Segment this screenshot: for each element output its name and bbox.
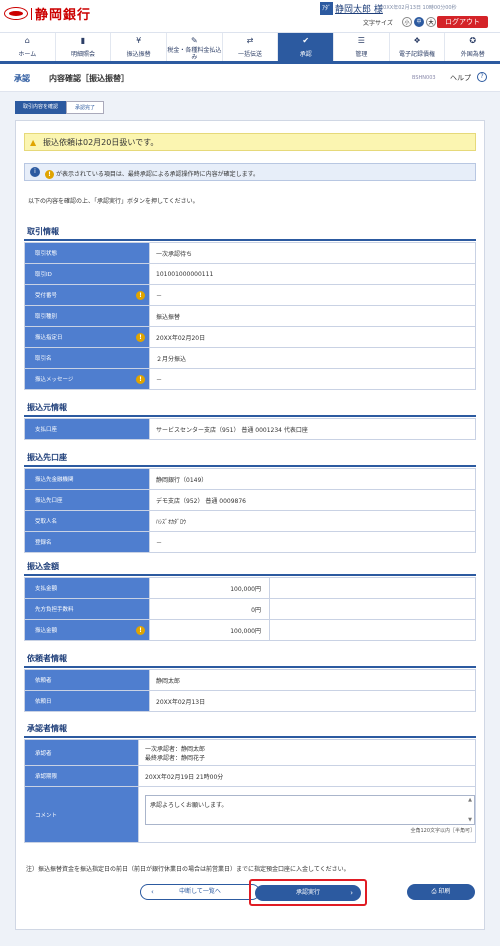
footnote: 注）振込振替資金を振込指定日の前日（前日が銀行休業日の場合は前営業日）までに指定… [26, 866, 350, 873]
font-size-large[interactable]: 大 [426, 17, 436, 27]
warning-circle-icon: ! [136, 375, 145, 384]
font-size-small[interactable]: 小 [402, 17, 412, 27]
bank-logo-text: 静岡銀行 [35, 8, 92, 23]
chevron-right-icon: › [350, 889, 353, 897]
table-row: 登録名－ [24, 531, 476, 553]
section-title-requester: 依頼者情報 [27, 654, 67, 663]
section-title-approver: 承認者情報 [27, 724, 67, 733]
table-row: 支払口座 サービスセンター支店（951） 普通 0001234 代表口座 [24, 418, 476, 440]
step-complete: 承認完了 [66, 101, 105, 114]
scroll-down-icon[interactable]: ▼ [468, 817, 472, 823]
step-confirm: 取引内容を確認 [15, 101, 67, 114]
nav-approve[interactable]: ✔ 承認 [278, 33, 335, 61]
table-row: 取引状態 一次承認待ち [24, 242, 476, 264]
admin-icon: ☰ [357, 36, 365, 45]
table-row: 支払金額 100,000円 [24, 577, 476, 599]
font-size-label: 文字サイズ [363, 20, 393, 27]
global-nav: ⌂ ホーム ▮ 明細照会 ¥ 振込振替 ✎ 税金・各種料金払込み ⇄ 一括伝送 ✔ 承認 ☰… [0, 32, 500, 64]
table-row: 取引種別 振込振替 [24, 305, 476, 327]
header: 静岡銀行 ｱﾀﾞ 静岡太郎 様 20XX年02月13日 10時00分00秒 文字… [0, 0, 500, 32]
info-icon: i [30, 167, 40, 177]
table-row: 振込先金融機関 静岡銀行（0149） [24, 468, 476, 490]
table-row: コメント 承認よろしくお願いします。 ▲ ▼ 全角120文字以内［半角可］ [24, 786, 476, 843]
table-row: 承認者 一次承認者：静岡太郎 最終承認者：静岡花子 [24, 739, 476, 766]
source-table: 支払口座 サービスセンター支店（951） 普通 0001234 代表口座 [24, 418, 476, 440]
comment-textarea[interactable]: 承認よろしくお願いします。 ▲ ▼ [145, 795, 475, 825]
notice-banner: ▲ 振込依頼は02月20日扱いです。 [24, 133, 476, 151]
chevron-left-icon: ‹ [151, 888, 154, 896]
approve-icon: ✔ [302, 36, 310, 45]
table-row: 振込メッセージ! － [24, 368, 476, 390]
table-row: 依頼者 静岡太郎 [24, 669, 476, 691]
table-row: 取引名 ２月分振込 [24, 347, 476, 369]
bank-logo-icon [4, 7, 28, 20]
document-icon: ▮ [80, 36, 86, 45]
nav-admin[interactable]: ☰ 管理 [334, 33, 390, 61]
table-row: 振込先口座 デモ支店（952） 普通 0009876 [24, 489, 476, 511]
warning-circle-icon: ! [136, 333, 145, 342]
ecredit-icon: ❖ [413, 36, 421, 45]
nav-batch[interactable]: ⇄ 一括伝送 [223, 33, 279, 61]
warning-circle-icon: ! [136, 291, 145, 300]
back-to-list-button[interactable]: ‹ 中断して一覧へ [140, 884, 260, 900]
user-icon: ｱﾀﾞ [320, 2, 333, 15]
warning-circle-icon: ! [136, 626, 145, 635]
logout-button[interactable]: ログアウト [437, 16, 488, 28]
requester-table: 依頼者 静岡太郎 依頼日 20XX年02月13日 [24, 669, 476, 712]
execute-highlight: 承認実行 › [249, 879, 367, 906]
notice-text: 振込依頼は02月20日扱いです。 [43, 138, 159, 147]
main-panel: ▲ 振込依頼は02月20日扱いです。 i ! が表示されている項目は、最終承認によ… [15, 120, 485, 930]
warning-triangle-icon: ▲ [30, 138, 37, 147]
user-name[interactable]: 静岡太郎 様 [335, 2, 383, 15]
nav-ecredit[interactable]: ❖ 電子記録債権 [390, 33, 446, 61]
scroll-up-icon[interactable]: ▲ [468, 797, 472, 803]
table-row: 受付番号! － [24, 284, 476, 306]
comment-limit: 全角120文字以内［半角可］ [410, 828, 475, 834]
transaction-table: 取引状態 一次承認待ち 取引ID 101001000000111 受付番号! － 取引… [24, 242, 476, 390]
section-title-amount: 振込金額 [27, 562, 59, 571]
nav-forex[interactable]: ✪ 外国為替 [445, 33, 500, 61]
nav-statement[interactable]: ▮ 明細照会 [56, 33, 112, 61]
font-size-medium[interactable]: 中 [414, 17, 424, 27]
forex-icon: ✪ [469, 36, 477, 45]
amount-table: 支払金額 100,000円 先方負担手数料 0円 振込金額! 100,000円 [24, 577, 476, 641]
table-row: 振込金額! 100,000円 [24, 619, 476, 641]
screen-code: BSHN003 [412, 75, 436, 81]
info-banner: i ! が表示されている項目は、最終承認による承認操作時に内容が確定します。 [24, 163, 476, 181]
help-icon[interactable]: ? [477, 72, 487, 82]
section-title-transaction: 取引情報 [27, 227, 59, 236]
login-datetime: 20XX年02月13日 10時00分00秒 [380, 5, 457, 11]
user-info: ｱﾀﾞ 静岡太郎 様 [320, 2, 383, 15]
batch-icon: ⇄ [246, 36, 254, 45]
approver-table: 承認者 一次承認者：静岡太郎 最終承認者：静岡花子 承認期限 20XX年02月19日… [24, 739, 476, 843]
approve-execute-button[interactable]: 承認実行 › [255, 885, 361, 901]
tax-icon: ✎ [191, 36, 198, 45]
section-title-source: 振込元情報 [27, 403, 67, 412]
nav-transfer[interactable]: ¥ 振込振替 [111, 33, 168, 61]
page-title: 内容確認［振込振替］ [49, 74, 129, 83]
help-link[interactable]: ヘルプ [450, 73, 471, 83]
title-bar: 承認 内容確認［振込振替］ BSHN003 ヘルプ ? [0, 64, 500, 92]
table-row: 振込指定日! 20XX年02月20日 [24, 326, 476, 348]
transfer-icon: ¥ [136, 36, 142, 45]
instruction-text: 以下の内容を確認の上、「承認実行」ボタンを押してください。 [28, 198, 199, 205]
page-category: 承認 [14, 74, 30, 83]
home-icon: ⌂ [24, 36, 30, 45]
table-row: 取引ID 101001000000111 [24, 263, 476, 285]
step-indicator: 取引内容を確認 承認完了 [15, 101, 105, 114]
info-text: ! が表示されている項目は、最終承認による承認操作時に内容が確定します。 [45, 169, 259, 179]
table-row: 承認期限 20XX年02月19日 21時00分 [24, 765, 476, 787]
nav-tax[interactable]: ✎ 税金・各種料金払込み [167, 33, 223, 61]
nav-home[interactable]: ⌂ ホーム [0, 33, 56, 61]
table-row: 依頼日 20XX年02月13日 [24, 690, 476, 712]
warning-circle-icon: ! [45, 170, 54, 179]
bank-logo[interactable]: 静岡銀行 [4, 4, 91, 23]
table-row: 先方負担手数料 0円 [24, 598, 476, 620]
table-row: 受取人名 ﾊｼｽﾞｵｶﾀﾞﾛｳ [24, 510, 476, 532]
section-title-destination: 振込先口座 [27, 453, 67, 462]
print-button[interactable]: ⎙ 印刷 [407, 884, 475, 900]
destination-table: 振込先金融機関 静岡銀行（0149） 振込先口座 デモ支店（952） 普通 0009… [24, 468, 476, 553]
